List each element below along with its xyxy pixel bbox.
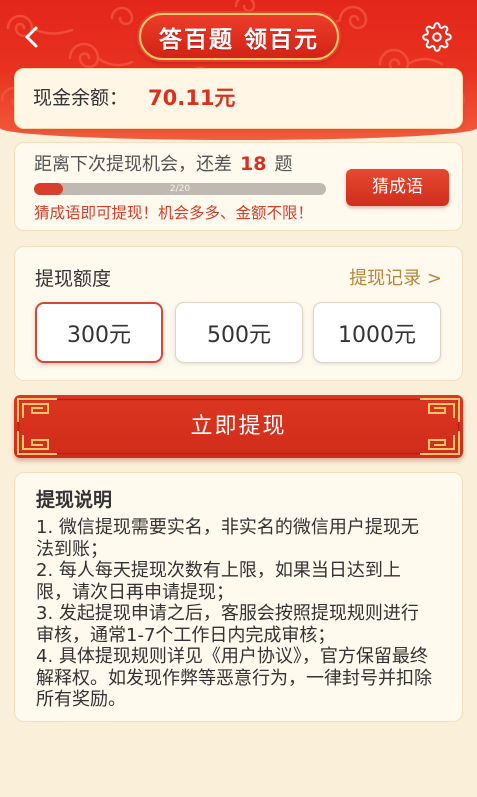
withdraw-now-button[interactable]: 立即提现 [14, 395, 463, 458]
gear-icon-hub [432, 32, 442, 42]
withdraw-instructions-title: 提现说明 [36, 489, 113, 511]
withdraw-now-label: 立即提现 [190, 414, 287, 439]
gear-icon-shape [422, 22, 452, 52]
cash-balance-label: 现金余额： [33, 87, 129, 109]
amount-option-1000[interactable]: 1000元 [313, 302, 441, 363]
progress-bar-label: 2/20 [169, 184, 191, 194]
chevron-left-icon [25, 26, 38, 48]
guess-idiom-button[interactable]: 猜成语 [346, 169, 449, 206]
gear-icon-group [422, 22, 452, 52]
instruction-item: 3. 发起提现申请之后，客服会按照提现规则进行审核，通常1-7个工作日内完成审核… [36, 603, 419, 646]
instruction-item: 1. 微信提现需要实名，非实名的微信用户提现无法到账； [36, 517, 419, 560]
amount-option-label: 1000元 [338, 322, 416, 348]
instruction-item: 2. 每人每天提现次数有上限，如果当日达到上限，请次日再申请提现； [36, 560, 401, 603]
withdraw-instructions-card: 提现说明 1. 微信提现需要实名，非实名的微信用户提现无法到账； 2. 每人每天… [14, 472, 463, 722]
withdraw-progress-card: 距离下次提现机会，还差 18 题 2/20 猜成语 猜成语即可提现！机会多多、金额不… [14, 142, 463, 231]
cloud-swirl [68, 42, 134, 69]
page-title: 答百题 领百元 [158, 26, 319, 53]
cloud-swirl [110, 6, 134, 26]
remaining-questions-count: 18 [240, 153, 267, 175]
gear-icon [422, 22, 452, 52]
progress-bar: 2/20 [34, 183, 326, 195]
cash-balance-value: 70.11元 [148, 86, 236, 110]
amount-option-label: 300元 [67, 322, 131, 348]
withdraw-amount-title: 提现额度 [35, 268, 112, 290]
amount-option-300[interactable]: 300元 [35, 302, 163, 363]
withdraw-amount-card: 提现额度 提现记录 > 300元 500元 1000元 [14, 246, 463, 381]
withdraw-records-link[interactable]: 提现记录 > [349, 266, 442, 292]
back-button[interactable] [18, 23, 46, 51]
progress-message-suffix: 题 [274, 154, 293, 175]
settings-button[interactable] [422, 22, 452, 52]
progress-hint: 猜成语即可提现！机会多多、金额不限！ [34, 204, 314, 222]
amount-option-label: 500元 [207, 322, 271, 348]
progress-message: 距离下次提现机会，还差 18 题 [34, 152, 292, 177]
instruction-item: 4. 具体提现规则详见《用户协议》，官方保留最终解释权。如发现作弊等恶意行为，一… [36, 646, 432, 710]
cash-balance-card: 现金余额： 70.11元 [14, 68, 463, 129]
page-title-banner: 答百题 领百元 [139, 13, 339, 60]
progress-message-prefix: 距离下次提现机会，还差 [34, 154, 232, 175]
cloud-swirl [234, 0, 256, 13]
amount-option-500[interactable]: 500元 [175, 302, 303, 363]
chevron-left-icon-shape [25, 26, 38, 48]
withdraw-instructions-list: 1. 微信提现需要实名，非实名的微信用户提现无法到账； 2. 每人每天提现次数有… [36, 517, 434, 711]
